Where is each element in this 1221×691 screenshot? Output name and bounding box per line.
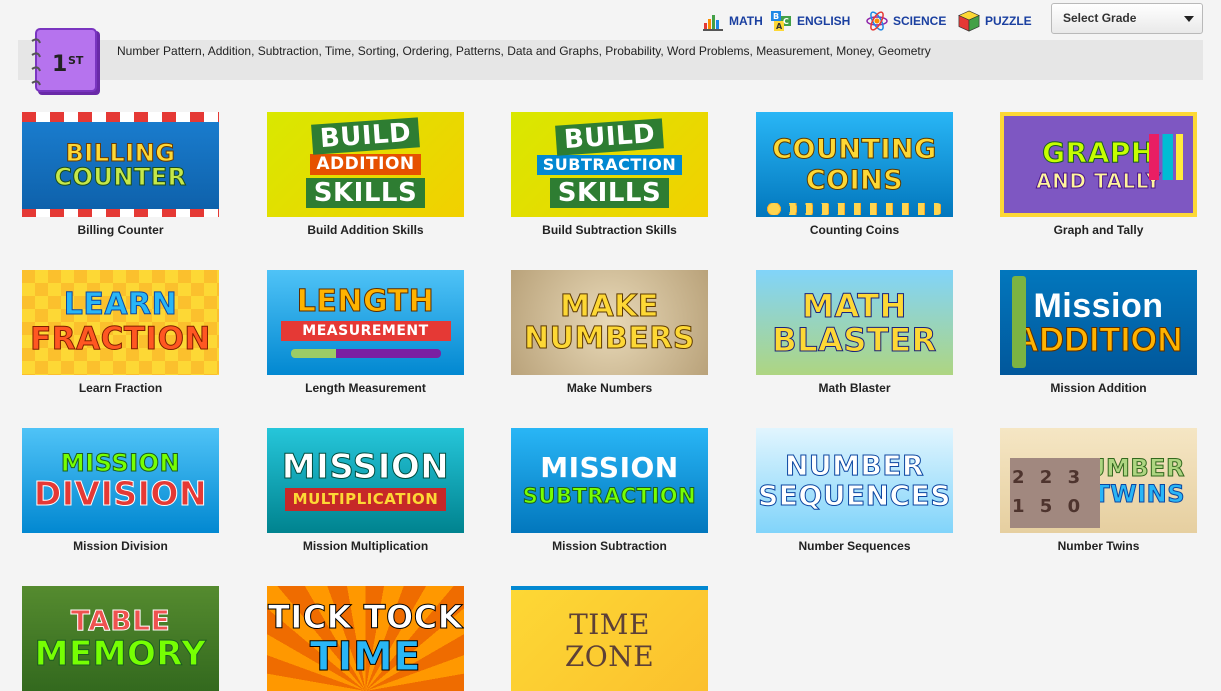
svg-text:A: A [776, 22, 783, 31]
game-thumbnail: TICK TOCK TIME [267, 586, 464, 691]
bar-chart-icon [702, 10, 724, 32]
svg-text:B: B [773, 12, 779, 21]
grade-select-value: Select Grade [1063, 11, 1137, 25]
game-title: Length Measurement [305, 381, 426, 395]
nav-math[interactable]: MATH [702, 8, 763, 34]
nav-english-label: ENGLISH [797, 14, 851, 28]
nav-science[interactable]: SCIENCE [866, 8, 946, 34]
game-title: Make Numbers [566, 381, 653, 395]
atom-icon [866, 10, 888, 32]
game-card[interactable]: TIME ZONE [511, 586, 708, 691]
grade-badge: 1 ST [28, 27, 102, 97]
game-title: Mission Subtraction [552, 539, 667, 553]
game-title: Counting Coins [809, 223, 900, 237]
game-title: Graph and Tally [1053, 223, 1144, 237]
game-card[interactable]: TICK TOCK TIME [267, 586, 464, 691]
game-card[interactable]: BUILD SUBTRACTION SKILLS Build Subtracti… [511, 112, 708, 237]
game-thumbnail: LENGTH MEASUREMENT [267, 270, 464, 375]
game-thumbnail: MISSION MULTIPLICATION [267, 428, 464, 533]
game-title: Mission Multiplication [302, 539, 429, 553]
game-card[interactable]: LEARN FRACTION Learn Fraction [22, 270, 219, 395]
game-thumbnail: MISSION DIVISION [22, 428, 219, 533]
game-title: Billing Counter [77, 223, 164, 237]
rubiks-cube-icon [958, 10, 980, 32]
game-thumbnail: BILLING COUNTER [22, 112, 219, 217]
game-thumbnail: COUNTING COINS [756, 112, 953, 217]
game-card[interactable]: MAKE NUMBERS Make Numbers [511, 270, 708, 395]
nav-puzzle-label: PUZZLE [985, 14, 1032, 28]
game-card[interactable]: LENGTH MEASUREMENT Length Measurement [267, 270, 464, 395]
game-card[interactable]: TABLE MEMORY [22, 586, 219, 691]
game-title: Math Blaster [818, 381, 891, 395]
game-title: Number Sequences [798, 539, 911, 553]
nav-science-label: SCIENCE [893, 14, 947, 28]
grade-topics: Number Pattern, Addition, Subtraction, T… [117, 44, 931, 58]
game-thumbnail: NUMBER SEQUENCES [756, 428, 953, 533]
game-thumbnail: GRAPH AND TALLY [1000, 112, 1197, 217]
game-card[interactable]: COUNTING COINS Counting Coins [756, 112, 953, 237]
game-card[interactable]: GRAPH AND TALLY Graph and Tally [1000, 112, 1197, 237]
game-thumbnail: MAKE NUMBERS [511, 270, 708, 375]
game-thumbnail: BUILD SUBTRACTION SKILLS [511, 112, 708, 217]
nav-english[interactable]: BCA ENGLISH [770, 8, 850, 34]
top-navigation: MATH BCA ENGLISH SCIENCE PUZZLE Select G… [0, 0, 1221, 40]
game-title: Build Subtraction Skills [542, 223, 677, 237]
game-thumbnail: Mission ADDITION [1000, 270, 1197, 375]
game-card[interactable]: NUMBER SEQUENCES Number Sequences [756, 428, 953, 553]
game-title: Mission Addition [1050, 381, 1147, 395]
game-thumbnail: NUMBER TWINS 2 2 3 1 5 0 [1000, 428, 1197, 533]
game-card[interactable]: MISSION MULTIPLICATION Mission Multiplic… [267, 428, 464, 553]
game-thumbnail: LEARN FRACTION [22, 270, 219, 375]
game-title: Learn Fraction [78, 381, 163, 395]
chevron-down-icon [1184, 16, 1194, 22]
grade-suffix: ST [68, 54, 84, 67]
game-thumbnail: TIME ZONE [511, 586, 708, 691]
grade-select[interactable]: Select Grade [1051, 3, 1203, 34]
game-card[interactable]: BILLING COUNTER Billing Counter [22, 112, 219, 237]
game-title: Number Twins [1057, 539, 1140, 553]
game-thumbnail: MATH BLASTER [756, 270, 953, 375]
svg-text:C: C [783, 17, 789, 26]
nav-puzzle[interactable]: PUZZLE [958, 8, 1032, 34]
game-card[interactable]: BUILD ADDITION SKILLS Build Addition Ski… [267, 112, 464, 237]
letter-blocks-icon: BCA [770, 10, 792, 32]
game-card[interactable]: Mission ADDITION Mission Addition [1000, 270, 1197, 395]
game-card[interactable]: MISSION DIVISION Mission Division [22, 428, 219, 553]
game-card[interactable]: NUMBER TWINS 2 2 3 1 5 0 Number Twins [1000, 428, 1197, 553]
game-thumbnail: BUILD ADDITION SKILLS [267, 112, 464, 217]
game-thumbnail: MISSION SUBTRACTION [511, 428, 708, 533]
game-title: Build Addition Skills [307, 223, 424, 237]
game-title: Mission Division [73, 539, 168, 553]
game-thumbnail: TABLE MEMORY [22, 586, 219, 691]
grade-number: 1 [52, 52, 68, 77]
nav-math-label: MATH [729, 14, 763, 28]
game-card[interactable]: MATH BLASTER Math Blaster [756, 270, 953, 395]
game-card[interactable]: MISSION SUBTRACTION Mission Subtraction [511, 428, 708, 553]
